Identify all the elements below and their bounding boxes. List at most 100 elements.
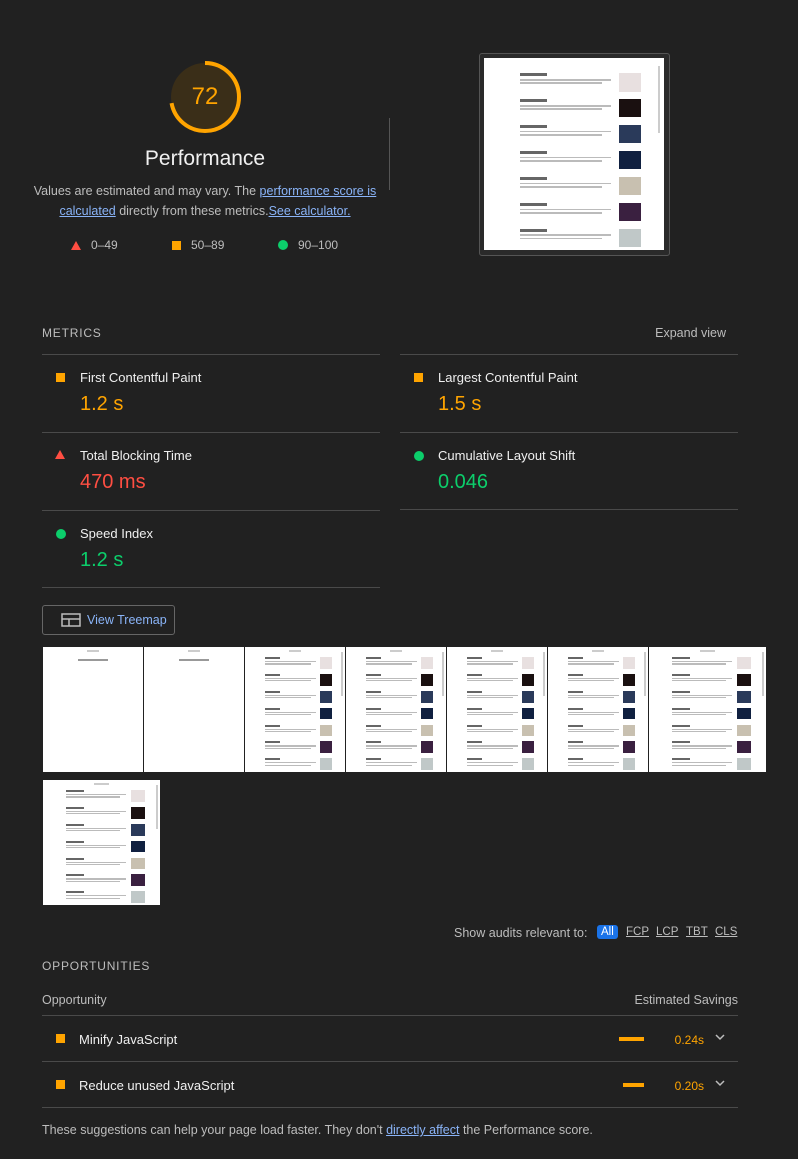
mini-article — [366, 707, 417, 716]
mini-article — [672, 673, 732, 682]
mini-thumbnail — [131, 857, 146, 870]
mini-thumbnail — [522, 673, 535, 686]
mini-thumbnail — [320, 657, 333, 669]
filmstrip-frame[interactable] — [649, 647, 766, 772]
savings-bar — [623, 1083, 644, 1087]
mini-thumbnail — [421, 724, 434, 737]
mini-thumbnail — [619, 73, 642, 92]
filter-fcp[interactable]: FCP — [622, 925, 653, 939]
mini-article — [66, 874, 126, 882]
mini-thumbnail — [421, 673, 434, 686]
treemap-icon — [61, 613, 81, 627]
mini-thumbnail — [619, 151, 642, 170]
opportunity-minify-js[interactable]: Minify JavaScript 0.24s — [42, 1016, 738, 1062]
directly-affect-link[interactable]: directly affect — [386, 1123, 459, 1137]
metric-name: Cumulative Layout Shift — [438, 448, 576, 463]
mini-article — [568, 724, 619, 733]
mini-article — [66, 806, 126, 815]
filmstrip-frame[interactable] — [548, 647, 648, 772]
mini-article — [520, 99, 612, 110]
mini-thumbnail — [522, 741, 535, 754]
mini-article — [568, 657, 619, 665]
mini-thumbnail — [619, 228, 642, 248]
mini-article — [467, 741, 518, 749]
final-screenshot[interactable] — [484, 58, 664, 250]
mini-header — [491, 650, 503, 652]
filter-all[interactable]: All — [597, 925, 618, 939]
mini-thumbnail — [737, 673, 752, 686]
filter-lcp[interactable]: LCP — [652, 925, 682, 939]
see-calculator-link[interactable]: See calculator. — [269, 204, 351, 218]
mini-article — [265, 707, 316, 716]
average-square-icon — [56, 1080, 65, 1089]
mini-header — [94, 783, 109, 785]
mini-scrollbar — [442, 652, 444, 696]
filmstrip-frame[interactable] — [43, 647, 143, 772]
mini-article — [66, 840, 126, 849]
mini-article — [672, 707, 732, 716]
mini-thumbnail — [522, 657, 535, 669]
mini-header — [87, 650, 99, 652]
mini-article — [672, 657, 732, 665]
mini-article — [672, 758, 732, 766]
mini-article — [467, 673, 518, 682]
mini-article — [467, 758, 518, 766]
mini-thumbnail — [131, 823, 146, 836]
mini-thumbnail — [131, 891, 146, 904]
category-title: Performance — [144, 147, 266, 170]
mini-scrollbar — [543, 652, 545, 696]
metric-value: 470 ms — [80, 471, 146, 493]
mini-scrollbar — [761, 652, 764, 696]
metric-fcp: First Contentful Paint 1.2 s — [42, 355, 380, 432]
metric-name: Total Blocking Time — [80, 448, 192, 463]
mini-article — [672, 724, 732, 733]
mini-article — [66, 790, 126, 798]
description-text: Values are estimated and may vary. The — [33, 184, 260, 198]
score-value: 72 — [191, 83, 219, 110]
filter-tbt[interactable]: TBT — [682, 925, 712, 939]
pass-circle-icon — [56, 529, 66, 539]
expand-view-toggle[interactable]: Expand view — [600, 326, 726, 340]
mini-thumbnail — [522, 758, 535, 771]
mini-article — [366, 724, 417, 733]
metric-value: 1.5 s — [438, 393, 482, 415]
mini-article — [520, 151, 612, 162]
mini-article — [520, 125, 612, 136]
filmstrip-frame[interactable] — [144, 647, 244, 772]
chevron-down-icon[interactable] — [714, 1077, 726, 1089]
mini-article — [568, 707, 619, 716]
mini-thumbnail — [522, 724, 535, 737]
mini-article — [265, 673, 316, 682]
metric-value: 1.2 s — [80, 549, 124, 571]
mini-header — [390, 650, 402, 652]
mini-thumbnail — [522, 707, 535, 720]
opportunity-name: Minify JavaScript — [79, 1032, 178, 1047]
filmstrip-frame[interactable] — [43, 780, 160, 905]
mini-article — [467, 657, 518, 665]
metrics-heading: METRICS — [42, 326, 102, 340]
legend-pass-label: 90–100 — [298, 238, 339, 252]
mini-article — [366, 657, 417, 665]
filmstrip-frame[interactable] — [447, 647, 547, 772]
fail-triangle-icon — [55, 450, 65, 459]
chevron-down-icon[interactable] — [714, 1031, 726, 1043]
legend-average-label: 50–89 — [191, 238, 225, 252]
mini-thumbnail — [320, 690, 333, 703]
metric-name: Speed Index — [80, 526, 154, 541]
mini-thumbnail — [623, 707, 636, 720]
opportunity-reduce-unused-js[interactable]: Reduce unused JavaScript 0.20s — [42, 1062, 738, 1108]
legend-fail-label: 0–49 — [91, 238, 118, 252]
mini-article — [66, 823, 126, 832]
mini-article — [568, 741, 619, 749]
mini-thumbnail — [623, 690, 636, 703]
mini-article — [66, 891, 126, 899]
view-treemap-button[interactable]: View Treemap — [42, 605, 175, 635]
mini-article — [66, 857, 126, 866]
filmstrip-frame[interactable] — [346, 647, 446, 772]
view-treemap-label: View Treemap — [87, 613, 167, 627]
mini-thumbnail — [619, 177, 642, 196]
mini-thumbnail — [619, 99, 642, 118]
filter-cls[interactable]: CLS — [711, 925, 741, 939]
filmstrip-frame[interactable] — [245, 647, 345, 772]
mini-scrollbar — [155, 785, 158, 829]
